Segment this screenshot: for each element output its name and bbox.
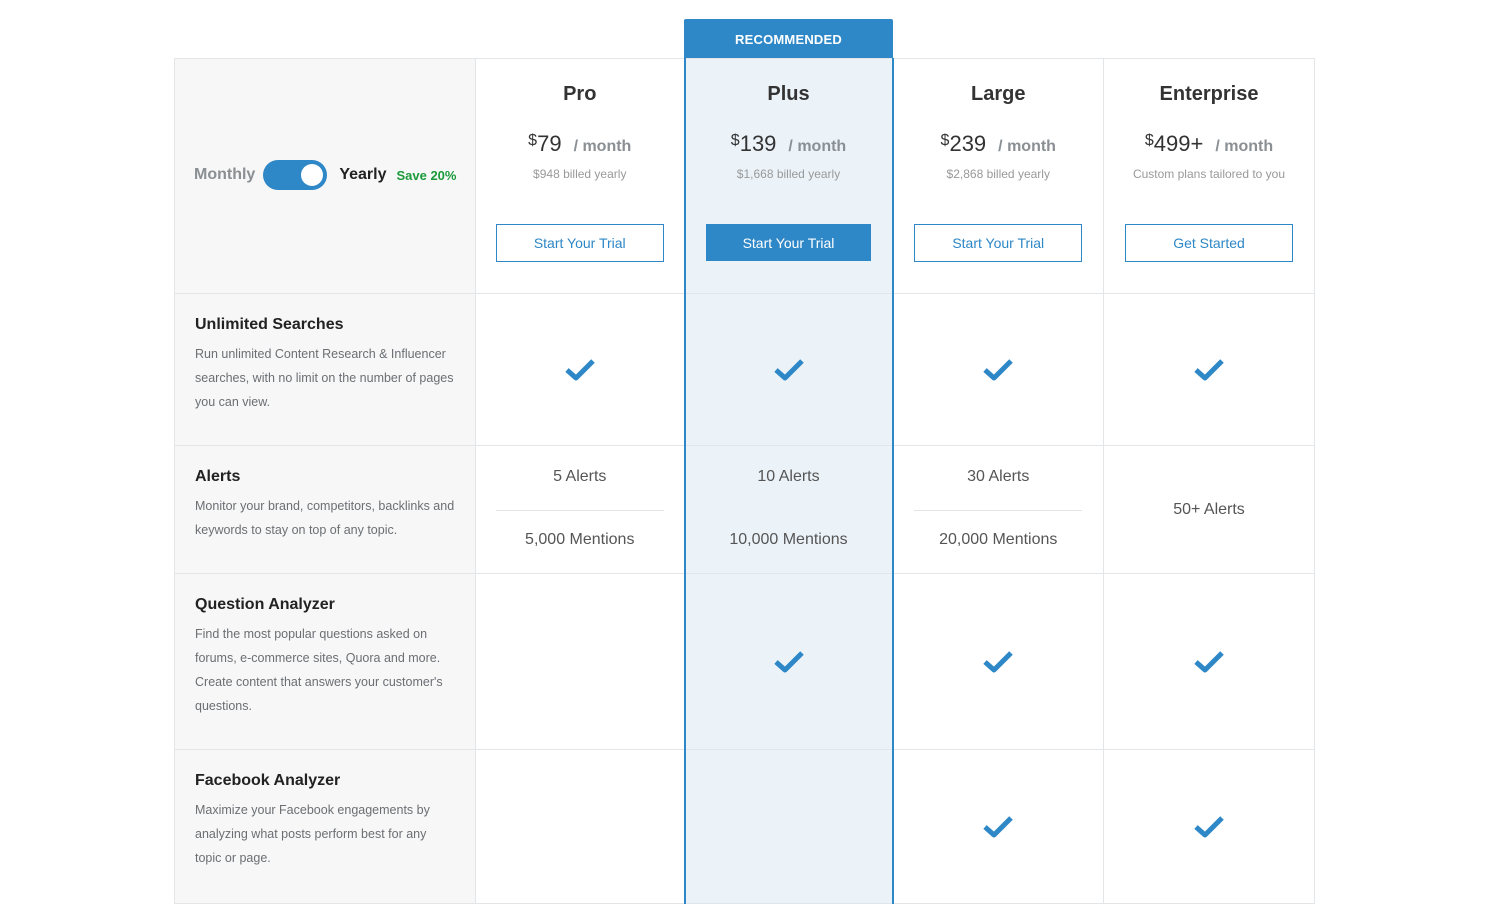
check-icon	[773, 358, 804, 380]
price-amount: 499+	[1153, 131, 1204, 156]
check-icon	[1194, 650, 1224, 672]
cell	[892, 573, 1104, 750]
billing-toggle-cell: Monthly Yearly Save 20%	[174, 58, 476, 294]
billed-yearly: $2,868 billed yearly	[946, 167, 1050, 181]
price-amount: 79	[537, 131, 562, 156]
cell: 50+ Alerts	[1103, 445, 1315, 574]
billed-yearly: $948 billed yearly	[533, 167, 627, 181]
plan-price: $ 79 / month	[476, 131, 684, 161]
check-icon	[983, 358, 1014, 380]
plan-plus: Plus $ 139 / month $1,668 billed yearly …	[683, 58, 894, 294]
get-started-button[interactable]: Get Started	[1125, 224, 1293, 262]
price-period: / month	[1215, 138, 1274, 155]
start-trial-button-plus[interactable]: Start Your Trial	[706, 224, 871, 261]
plan-price: $ 499+ / month	[1104, 131, 1314, 161]
check-icon	[773, 650, 804, 672]
currency-symbol: $	[940, 132, 950, 149]
cell	[892, 749, 1104, 904]
cell	[1103, 293, 1315, 446]
feature-question-analyzer: Question Analyzer Find the most popular …	[174, 573, 476, 750]
feature-description: Maximize your Facebook engagements by an…	[195, 803, 430, 865]
price-amount: 239	[949, 131, 987, 156]
cell	[683, 749, 894, 904]
cell	[1103, 573, 1315, 750]
yearly-label[interactable]: Yearly	[339, 166, 386, 184]
pricing-table: Monthly Yearly Save 20% Pro $ 79 / month…	[174, 58, 1315, 904]
plan-name: Plus	[767, 83, 810, 105]
price-period: / month	[573, 138, 632, 155]
mentions-count: 20,000 Mentions	[939, 531, 1058, 548]
cell	[1103, 749, 1315, 904]
feature-description: Find the most popular questions asked on…	[195, 627, 443, 713]
cell	[892, 293, 1104, 446]
feature-unlimited-searches: Unlimited Searches Run unlimited Content…	[174, 293, 476, 446]
alerts-count: 5 Alerts	[553, 468, 607, 485]
feature-title: Question Analyzer	[195, 596, 335, 613]
monthly-label[interactable]: Monthly	[194, 166, 255, 184]
cell	[683, 573, 894, 750]
cell	[683, 293, 894, 446]
check-icon	[1194, 815, 1224, 837]
alerts-count: 50+ Alerts	[1173, 500, 1245, 518]
alerts-count: 30 Alerts	[967, 468, 1030, 485]
check-icon	[565, 358, 595, 380]
alerts-count: 10 Alerts	[757, 468, 820, 485]
cell	[475, 293, 685, 446]
currency-symbol: $	[730, 132, 740, 149]
plan-price: $ 139 / month	[686, 131, 892, 161]
price-amount: 139	[739, 131, 777, 156]
feature-description: Monitor your brand, competitors, backlin…	[195, 499, 455, 537]
check-icon	[1194, 358, 1224, 380]
price-period: / month	[998, 138, 1056, 155]
recommended-badge: RECOMMENDED	[684, 19, 893, 59]
mentions-count: 5,000 Mentions	[525, 531, 635, 548]
cell: 10 Alerts 10,000 Mentions	[683, 445, 894, 574]
cell	[475, 749, 685, 904]
plan-name: Large	[971, 83, 1026, 105]
feature-title: Facebook Analyzer	[195, 772, 341, 789]
billed-yearly: Custom plans tailored to you	[1132, 167, 1286, 181]
currency-symbol: $	[528, 132, 538, 149]
plan-name: Enterprise	[1159, 83, 1259, 105]
price-period: / month	[788, 138, 847, 155]
plan-price: $ 239 / month	[894, 131, 1104, 161]
cell	[475, 573, 685, 750]
plan-enterprise: Enterprise $ 499+ / month Custom plans t…	[1103, 58, 1315, 294]
mentions-count: 10,000 Mentions	[729, 531, 848, 548]
plan-name: Pro	[563, 83, 597, 105]
feature-alerts: Alerts Monitor your brand, competitors, …	[174, 445, 476, 574]
toggle-knob	[301, 164, 324, 186]
currency-symbol: $	[1144, 132, 1154, 149]
check-icon	[983, 815, 1014, 837]
save-badge: Save 20%	[396, 167, 457, 183]
check-icon	[983, 650, 1014, 672]
cell: 5 Alerts 5,000 Mentions	[475, 445, 685, 574]
plan-pro: Pro $ 79 / month $948 billed yearly Star…	[475, 58, 685, 294]
feature-description: Run unlimited Content Research & Influen…	[195, 347, 454, 409]
feature-title: Unlimited Searches	[195, 316, 344, 333]
cell: 30 Alerts 20,000 Mentions	[892, 445, 1104, 574]
feature-facebook-analyzer: Facebook Analyzer Maximize your Facebook…	[174, 749, 476, 904]
start-trial-button-pro[interactable]: Start Your Trial	[495, 224, 664, 262]
start-trial-button-large[interactable]: Start Your Trial	[914, 224, 1083, 262]
plan-large: Large $ 239 / month $2,868 billed yearly…	[892, 58, 1104, 294]
feature-title: Alerts	[195, 468, 241, 485]
billing-toggle-switch[interactable]	[263, 160, 328, 190]
billed-yearly: $1,668 billed yearly	[736, 167, 841, 181]
